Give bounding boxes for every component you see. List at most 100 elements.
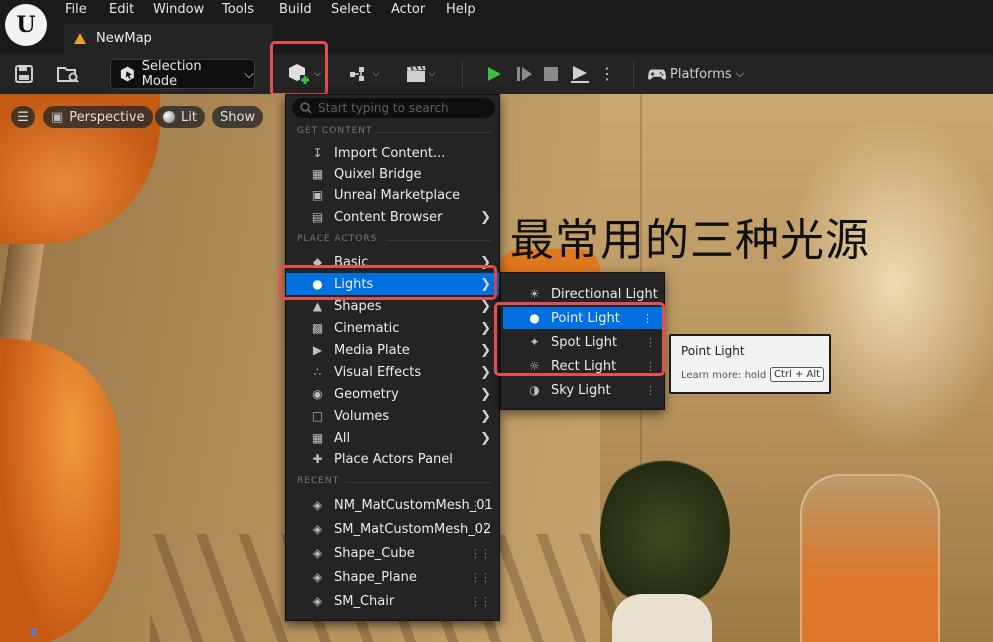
- menu-bar: U File Edit Window Tools Build Select Ac…: [0, 0, 993, 54]
- tooltip-shortcut: Ctrl + Alt: [770, 367, 825, 382]
- menu-select[interactable]: Select: [331, 2, 371, 17]
- item-label: Place Actors Panel: [334, 451, 453, 467]
- item-label: Content Browser: [334, 209, 443, 225]
- all-classes-icon: ▦: [311, 431, 324, 445]
- menu-item-place-actors-panel[interactable]: ✚ Place Actors Panel: [286, 448, 499, 470]
- chevron-right-icon: ❯: [480, 430, 491, 446]
- play-icon: [488, 67, 501, 81]
- drag-handle-icon[interactable]: ⋮⋮: [470, 571, 491, 584]
- section-get-content: GET CONTENT: [297, 126, 373, 136]
- viewport-lit-button[interactable]: Lit: [155, 106, 205, 128]
- chevron-down-icon: ⌵: [428, 69, 436, 79]
- marketplace-icon: ▣: [311, 188, 324, 202]
- menu-item-recent[interactable]: ◈ Shape_Cube ⋮⋮: [286, 542, 499, 564]
- save-icon: [15, 65, 33, 83]
- menu-item-quixel-bridge[interactable]: ▦ Quixel Bridge: [286, 163, 499, 185]
- menu-item-unreal-marketplace[interactable]: ▣ Unreal Marketplace: [286, 184, 499, 206]
- drag-handle-icon[interactable]: ⋮: [645, 384, 656, 397]
- menu-item-recent[interactable]: ◈ Shape_Plane ⋮⋮: [286, 566, 499, 588]
- menu-item-volumes[interactable]: □ Volumes ❯: [286, 405, 499, 427]
- chevron-down-icon: ⌵: [244, 66, 254, 82]
- viewport-perspective-button[interactable]: ▣ Perspective: [43, 106, 153, 128]
- item-label: Cinematic: [334, 320, 400, 336]
- menu-item-geometry[interactable]: ◉ Geometry ❯: [286, 383, 499, 405]
- chevron-right-icon: ❯: [480, 209, 491, 225]
- save-button[interactable]: [10, 60, 38, 88]
- search-input[interactable]: [318, 101, 488, 115]
- place-actor-menu: GET CONTENT ↧ Import Content... ▦ Quixel…: [285, 94, 500, 621]
- item-label: Visual Effects: [334, 364, 422, 380]
- drag-handle-icon[interactable]: ⋮: [645, 288, 656, 301]
- tab-label: NewMap: [96, 31, 152, 46]
- overlay-caption: 最常用的三种光源: [510, 215, 870, 266]
- menu-item-media-plate[interactable]: ▶ Media Plate ❯: [286, 339, 499, 361]
- static-mesh-icon: ◈: [312, 522, 323, 536]
- menu-help[interactable]: Help: [446, 2, 476, 17]
- drag-handle-icon[interactable]: ⋮⋮: [470, 523, 491, 536]
- menu-item-recent[interactable]: ◈ SM_Chair ⋮⋮: [286, 590, 499, 612]
- item-label: Geometry: [334, 386, 399, 402]
- drag-handle-icon[interactable]: ⋮⋮: [470, 547, 491, 560]
- chevron-right-icon: ❯: [480, 298, 491, 314]
- blueprint-button[interactable]: ⌵: [345, 60, 383, 88]
- browse-level-button[interactable]: [52, 60, 84, 88]
- drag-handle-icon[interactable]: ⋮⋮: [470, 499, 491, 512]
- more-vertical-icon: ⋮: [599, 64, 615, 83]
- selection-mode-label: Selection Mode: [141, 59, 202, 89]
- menu-tools[interactable]: Tools: [222, 2, 254, 17]
- sky-light-icon: ◑: [529, 383, 540, 397]
- advance-frame-button[interactable]: [511, 60, 537, 88]
- folder-search-icon: [57, 67, 79, 83]
- section-place-actors: PLACE ACTORS: [297, 234, 378, 244]
- stop-button[interactable]: [538, 60, 564, 88]
- static-mesh-icon: ◈: [312, 498, 323, 512]
- place-actors-icon: ✚: [312, 452, 323, 466]
- stop-icon: [544, 67, 558, 81]
- item-label: Sky Light: [551, 382, 611, 398]
- sphere-icon: [163, 111, 175, 123]
- menu-window[interactable]: Window: [153, 2, 204, 17]
- play-button[interactable]: [481, 60, 507, 88]
- menu-build[interactable]: Build: [279, 2, 312, 17]
- cinematics-button[interactable]: ⌵: [400, 60, 440, 88]
- item-label: Media Plate: [334, 342, 410, 358]
- tab-newmap[interactable]: NewMap: [64, 24, 273, 54]
- menu-item-content-browser[interactable]: ▤ Content Browser ❯: [286, 206, 499, 228]
- menu-item-all[interactable]: ▦ All ❯: [286, 427, 499, 449]
- menu-search: [292, 98, 495, 118]
- menu-edit[interactable]: Edit: [109, 2, 134, 17]
- section-recent: RECENT: [297, 476, 340, 486]
- tooltip-learn-more: Learn more: hold: [681, 370, 767, 381]
- scene-plant: [600, 454, 730, 614]
- menu-item-import-content[interactable]: ↧ Import Content...: [286, 142, 499, 164]
- viewport-show-button[interactable]: Show: [212, 106, 264, 128]
- item-label: Volumes: [334, 408, 390, 424]
- menu-item-visual-effects[interactable]: ∴ Visual Effects ❯: [286, 361, 499, 383]
- item-label: SM_Chair: [334, 593, 395, 609]
- menu-file[interactable]: File: [65, 2, 87, 17]
- media-plate-icon: ▶: [312, 343, 323, 357]
- item-label: Shape_Plane: [334, 569, 417, 585]
- quixel-icon: ▦: [311, 167, 324, 181]
- toolbar-divider: [462, 60, 463, 88]
- tooltip-title: Point Light: [681, 344, 745, 358]
- play-options-button[interactable]: ⋮: [598, 60, 616, 88]
- eject-button[interactable]: [566, 60, 594, 88]
- selection-mode-dropdown[interactable]: Selection Mode ⌵: [110, 59, 255, 89]
- viewport-menu-button[interactable]: ☰: [11, 106, 35, 128]
- chevron-right-icon: ❯: [480, 342, 491, 358]
- divider: [376, 132, 491, 133]
- item-label: Unreal Marketplace: [334, 187, 461, 203]
- menu-actor[interactable]: Actor: [391, 2, 425, 17]
- unreal-logo-icon[interactable]: U: [5, 4, 47, 46]
- point-light-tooltip: Point Light Learn more: hold Ctrl + Alt: [669, 334, 831, 394]
- item-label: SM_MatCustomMesh_02: [334, 521, 492, 537]
- menu-item-recent[interactable]: ◈ SM_MatCustomMesh_02 ⋮⋮: [286, 518, 499, 540]
- platforms-button[interactable]: Platforms ⌵: [648, 60, 744, 88]
- menu-item-sky-light[interactable]: ◑ Sky Light ⋮: [501, 379, 666, 401]
- menu-item-cinematic[interactable]: ▩ Cinematic ❯: [286, 317, 499, 339]
- clapperboard-icon: [406, 65, 426, 82]
- drag-handle-icon[interactable]: ⋮⋮: [470, 595, 491, 608]
- menu-item-recent[interactable]: ◈ NM_MatCustomMesh_01 ⋮⋮: [286, 494, 499, 516]
- chevron-right-icon: ❯: [480, 320, 491, 336]
